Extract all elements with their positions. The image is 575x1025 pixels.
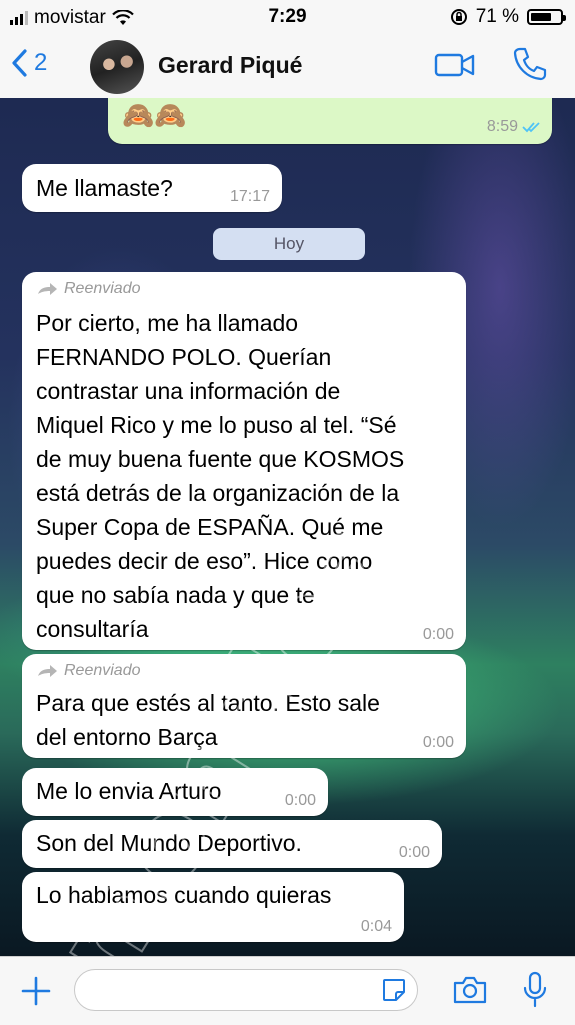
status-bar: movistar 7:29 71 %	[0, 0, 575, 36]
battery-icon	[527, 9, 566, 25]
sticker-icon[interactable]	[381, 977, 407, 1003]
microphone-icon[interactable]	[522, 971, 548, 1009]
message-time: 0:00	[284, 792, 316, 809]
rotation-lock-icon	[450, 9, 467, 25]
back-button[interactable]: 2	[10, 48, 47, 78]
message-text: Son del Mundo Deportivo.	[36, 830, 302, 856]
forward-arrow-icon	[38, 665, 57, 677]
message-line: que no sabía nada y que te	[36, 582, 315, 608]
message-body: Por cierto, me ha llamado FERNANDO POLO.…	[36, 306, 404, 646]
incoming-message[interactable]: Son del Mundo Deportivo. 0:00	[22, 820, 442, 868]
forwarded-message[interactable]: Reenviado Para que estés al tanto. Esto …	[22, 654, 466, 758]
message-text: Me llamaste?	[36, 175, 173, 201]
contact-name[interactable]: Gerard Piqué	[158, 52, 302, 79]
message-line: FERNANDO POLO. Querían	[36, 344, 332, 370]
date-divider: Hoy	[213, 228, 365, 260]
message-line: de muy buena fuente que KOSMOS	[36, 446, 405, 472]
message-line: está detrás de la organización de la	[36, 480, 400, 506]
camera-icon[interactable]	[452, 975, 488, 1005]
video-call-icon[interactable]	[434, 52, 476, 78]
outgoing-emoji-message[interactable]: 🙈🙈 8:59	[108, 98, 552, 144]
read-ticks-icon	[522, 122, 540, 133]
message-text: Lo hablamos cuando quieras	[36, 882, 332, 908]
message-text: Me lo envia Arturo	[36, 778, 222, 804]
forwarded-label: Reenviado	[36, 662, 141, 680]
incoming-message[interactable]: Lo hablamos cuando quieras 0:04	[22, 872, 404, 942]
message-text: 🙈🙈	[122, 100, 187, 130]
message-body: Para que estés al tanto. Esto sale del e…	[36, 686, 380, 754]
incoming-message[interactable]: Me llamaste? 17:17	[22, 164, 282, 212]
message-line: Para que estés al tanto. Esto sale	[36, 690, 380, 716]
message-time: 17:17	[229, 188, 270, 205]
forwarded-label: Reenviado	[36, 280, 141, 298]
unread-count: 2	[34, 49, 48, 76]
back-chevron-icon	[12, 49, 27, 77]
message-time: 8:59	[486, 118, 518, 135]
message-time: 0:00	[422, 626, 454, 643]
forward-arrow-icon	[38, 283, 57, 295]
battery-percent: 71 %	[475, 6, 519, 27]
forwarded-message[interactable]: Reenviado Por cierto, me ha llamado FERN…	[22, 272, 466, 650]
forwarded-text: Reenviado	[64, 280, 141, 297]
message-input-bar	[0, 956, 575, 1025]
chat-header: 2 Gerard Piqué	[0, 36, 575, 99]
status-right: 71 %	[450, 6, 566, 28]
message-time: 0:00	[422, 734, 454, 751]
incoming-message[interactable]: Me lo envia Arturo 0:00	[22, 768, 328, 816]
forwarded-text: Reenviado	[64, 662, 141, 679]
plus-icon[interactable]	[20, 975, 52, 1007]
message-line: del entorno Barça	[36, 724, 218, 750]
battery-fill	[531, 13, 551, 21]
phone-icon[interactable]	[512, 46, 548, 82]
message-time: 0:00	[398, 844, 430, 861]
message-line: consultaría	[36, 616, 149, 642]
message-line: Miquel Rico y me lo puso al tel. “Sé	[36, 412, 397, 438]
message-line: contrastar una información de	[36, 378, 341, 404]
contact-avatar[interactable]	[90, 40, 144, 94]
message-line: Super Copa de ESPAÑA. Qué me	[36, 514, 384, 540]
message-line: Por cierto, me ha llamado	[36, 310, 299, 336]
message-input[interactable]	[74, 969, 418, 1011]
chat-area[interactable]: 🙈🙈 8:59 Me llamaste? 17:17 Hoy Reenviado…	[0, 98, 575, 956]
message-line: puedes decir de eso”. Hice como	[36, 548, 373, 574]
message-time: 0:04	[360, 918, 392, 935]
